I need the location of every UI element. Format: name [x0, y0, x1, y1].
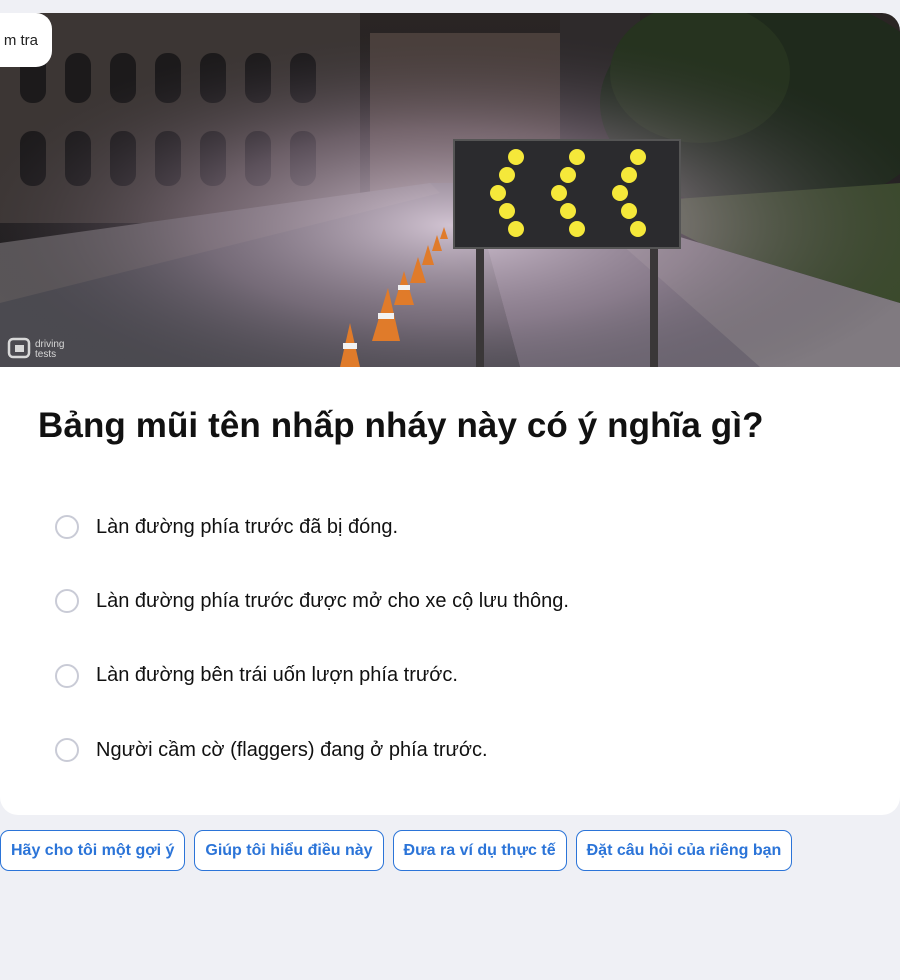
- hint-chip[interactable]: Hãy cho tôi một gợi ý: [0, 830, 186, 871]
- answer-option-label: Người cầm cờ (flaggers) đang ở phía trướ…: [96, 738, 488, 761]
- question-text: Bảng mũi tên nhấp nháy này có ý nghĩa gì…: [38, 406, 764, 445]
- ai-helper-chips: Hãy cho tôi một gợi ý Giúp tôi hiểu điều…: [0, 830, 793, 871]
- radio-button[interactable]: [55, 663, 79, 688]
- answer-options: Làn đường phía trước đã bị đóng. Làn đườ…: [55, 490, 569, 787]
- answer-option[interactable]: Làn đường phía trước đã bị đóng.: [55, 490, 569, 564]
- example-chip[interactable]: Đưa ra ví dụ thực tế: [392, 830, 567, 871]
- answer-option[interactable]: Làn đường bên trái uốn lượn phía trước.: [55, 639, 569, 713]
- answer-option-label: Làn đường bên trái uốn lượn phía trước.: [96, 664, 458, 687]
- answer-option-label: Làn đường phía trước được mở cho xe cộ l…: [96, 589, 569, 612]
- question-image: driving tests: [0, 13, 900, 367]
- explain-chip[interactable]: Giúp tôi hiểu điều này: [194, 830, 384, 871]
- test-badge-label: m tra: [3, 31, 38, 49]
- radio-button[interactable]: [55, 738, 79, 763]
- ask-question-chip[interactable]: Đặt câu hỏi của riêng bạn: [575, 830, 793, 871]
- answer-option-label: Làn đường phía trước đã bị đóng.: [96, 515, 399, 538]
- svg-text:tests: tests: [35, 349, 56, 360]
- test-badge[interactable]: m tra: [0, 13, 52, 67]
- answer-option[interactable]: Làn đường phía trước được mở cho xe cộ l…: [55, 564, 569, 638]
- radio-button[interactable]: [55, 589, 79, 614]
- answer-option[interactable]: Người cầm cờ (flaggers) đang ở phía trướ…: [55, 713, 569, 787]
- radio-button[interactable]: [55, 515, 79, 540]
